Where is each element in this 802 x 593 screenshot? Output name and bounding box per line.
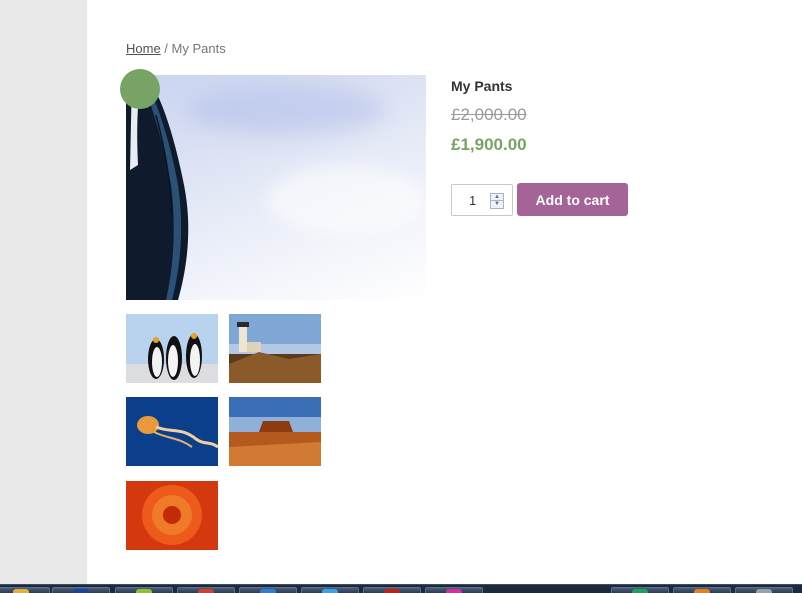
left-gutter bbox=[0, 0, 87, 584]
breadcrumb-separator: / bbox=[160, 41, 172, 56]
thumbnail-penguins[interactable] bbox=[126, 314, 218, 383]
increment-icon[interactable]: ▲ bbox=[491, 194, 503, 201]
gear-icon[interactable] bbox=[735, 587, 793, 593]
product-title: My Pants bbox=[451, 78, 513, 94]
monitor-icon[interactable] bbox=[52, 587, 110, 593]
cone-icon[interactable] bbox=[673, 587, 731, 593]
breadcrumb-current: My Pants bbox=[171, 41, 226, 56]
pink-app-icon[interactable] bbox=[425, 587, 483, 593]
sale-price: £1,900.00 bbox=[451, 135, 527, 154]
taskbar bbox=[0, 584, 802, 593]
thumbnail-chrysanthemum[interactable] bbox=[126, 481, 218, 550]
quantity-stepper[interactable]: 1 ▲ ▼ bbox=[451, 184, 513, 216]
thumbnail-desert[interactable] bbox=[229, 397, 321, 466]
chrome-icon[interactable] bbox=[177, 587, 235, 593]
quantity-value[interactable]: 1 bbox=[469, 193, 476, 208]
breadcrumb-home-link[interactable]: Home bbox=[126, 41, 161, 56]
sale-badge bbox=[120, 69, 160, 109]
green-app-icon[interactable] bbox=[611, 587, 669, 593]
product-main-image[interactable] bbox=[126, 75, 426, 300]
ie-icon[interactable] bbox=[239, 587, 297, 593]
terminal-icon[interactable] bbox=[115, 587, 173, 593]
cloud-icon[interactable] bbox=[301, 587, 359, 593]
thumbnail-jellyfish[interactable] bbox=[126, 397, 218, 466]
add-to-cart-button[interactable]: Add to cart bbox=[517, 183, 628, 216]
thumbnail-lighthouse[interactable] bbox=[229, 314, 321, 383]
breadcrumb: Home / My Pants bbox=[126, 41, 226, 56]
calendar-icon[interactable] bbox=[363, 587, 421, 593]
decrement-icon[interactable]: ▼ bbox=[491, 201, 503, 208]
quantity-spin-buttons[interactable]: ▲ ▼ bbox=[490, 193, 504, 209]
regular-price: £2,000.00 bbox=[451, 105, 527, 124]
folder-icon[interactable] bbox=[0, 587, 50, 593]
